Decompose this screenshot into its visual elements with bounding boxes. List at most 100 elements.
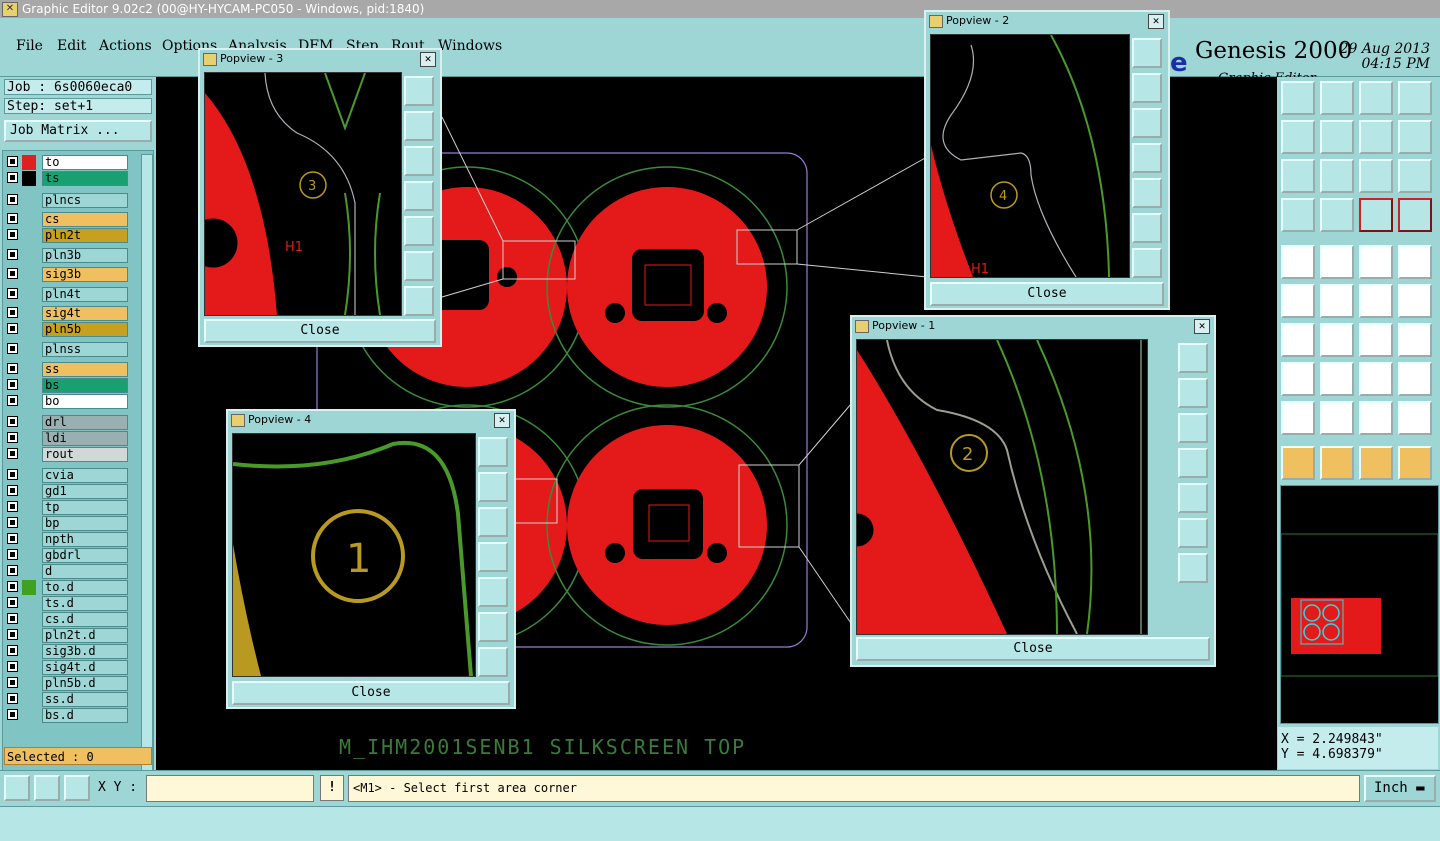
layer-checkbox[interactable] [7,448,18,459]
net-red2-icon[interactable] [1398,198,1432,232]
popview-4-center-icon[interactable] [478,647,508,677]
layer-name[interactable]: sig4t [42,306,128,321]
popview-3-pan-right-icon[interactable] [404,216,434,246]
line-icon[interactable] [1320,323,1354,357]
execute-button[interactable]: ! [320,775,344,801]
layer-row[interactable]: pln5b [7,322,131,337]
delete-icon[interactable] [1320,284,1354,318]
popview-2-fit-icon[interactable] [1132,213,1162,243]
popview-3-zoom-out-icon[interactable] [404,146,434,176]
layer-name[interactable]: gd1 [42,484,128,499]
layer-row[interactable]: cs.d [7,612,131,627]
layer-name[interactable]: plnss [42,342,128,357]
layer-row[interactable]: gd1 [7,484,131,499]
popview-3-window[interactable]: Popview - 3 ✕ 3 H1 Close [198,48,442,347]
popview-4-pan-right-icon[interactable] [478,577,508,607]
select-icon[interactable] [1281,446,1315,480]
pad-icon[interactable] [1281,362,1315,396]
bar-icon[interactable] [1320,362,1354,396]
menu-windows[interactable]: Windows [438,38,502,54]
layer-name[interactable]: cs.d [42,612,128,627]
home-icon[interactable] [1359,81,1393,115]
layer-checkbox[interactable] [7,469,18,480]
popview-1-zoom-out-icon[interactable] [1178,413,1208,443]
popview-2-window[interactable]: Popview - 2 ✕ 4 H1 Close [924,10,1170,310]
layer-checkbox[interactable] [7,501,18,512]
popview-2-view[interactable]: 4 H1 [930,34,1130,278]
popview-1-titlebar[interactable]: Popview - 1 [852,317,1214,335]
popview-1-close-button[interactable]: Close [856,637,1210,661]
popview-1-center-icon[interactable] [1178,553,1208,583]
layer-name[interactable]: pln3b [42,248,128,263]
layer-name[interactable]: drl [42,415,128,430]
layer-row[interactable]: cvia [7,468,131,483]
record-icon[interactable] [1398,245,1432,279]
measure-icon[interactable] [34,775,60,801]
angle-icon[interactable] [1281,323,1315,357]
layer-row[interactable]: pln2t [7,228,131,243]
popview-2-zoom-out-icon[interactable] [1132,108,1162,138]
popview-4-fit-icon[interactable] [478,612,508,642]
layer-checkbox[interactable] [7,597,18,608]
layer-row[interactable]: cs [7,212,131,227]
layer-name[interactable]: bs.d [42,708,128,723]
layer-row[interactable]: to [7,155,131,170]
popview-1-view[interactable]: 2 H1 [856,339,1148,635]
layer-name[interactable]: d [42,564,128,579]
layer-name[interactable]: sig4t.d [42,660,128,675]
flip-icon[interactable] [1398,323,1432,357]
pan-left-icon[interactable] [1281,120,1315,154]
popview-3-fit-icon[interactable] [404,251,434,281]
layer-scrollbar[interactable] [141,154,153,816]
menu-edit[interactable]: Edit [57,38,86,54]
layer-row[interactable]: pln3b [7,248,131,263]
tools-icon[interactable] [1281,198,1315,232]
layer-checkbox[interactable] [7,581,18,592]
layer-row[interactable]: drl [7,415,131,430]
ruler-icon[interactable] [1359,245,1393,279]
resize-icon[interactable] [1359,362,1393,396]
triangle3-icon[interactable] [1359,401,1393,435]
popview-3-zoom-home-icon[interactable] [404,76,434,106]
layer-row[interactable]: sig4t [7,306,131,321]
layer-row[interactable]: ts.d [7,596,131,611]
help-icon[interactable] [1398,159,1432,193]
add-pad-icon[interactable] [1281,245,1315,279]
popview-1-close-icon[interactable]: ✕ [1194,319,1210,334]
layer-row[interactable]: ts [7,171,131,186]
layer-checkbox[interactable] [7,156,18,167]
popview-4-window[interactable]: Popview - 4 ✕ 1 Close [226,409,516,709]
layer-name[interactable]: plncs [42,193,128,208]
layer-name[interactable]: ts [42,171,128,186]
menu-file[interactable]: File [16,38,43,54]
xy-input[interactable] [146,775,314,802]
connect-icon[interactable] [1281,284,1315,318]
zoom-in-icon[interactable] [1281,81,1315,115]
layer-checkbox[interactable] [7,629,18,640]
triangle4-icon[interactable] [1398,401,1432,435]
snap-grid-icon[interactable] [64,775,90,801]
draw-icon[interactable] [1320,245,1354,279]
layer-name[interactable]: pln4t [42,287,128,302]
layer-name[interactable]: rout [42,447,128,462]
popview-3-titlebar[interactable]: Popview - 3 [200,50,440,68]
layer-row[interactable]: to.d [7,580,131,595]
popview-2-center-icon[interactable] [1132,248,1162,278]
layer-name[interactable]: cs [42,212,128,227]
triangle-icon[interactable] [1281,401,1315,435]
layer-row[interactable]: bp [7,516,131,531]
units-selector[interactable]: Inch ▬ [1364,775,1436,802]
layer-checkbox[interactable] [7,485,18,496]
layer-row[interactable]: npth [7,532,131,547]
layer-checkbox[interactable] [7,432,18,443]
layer-name[interactable]: sig3b.d [42,644,128,659]
popview-2-pan-right-icon[interactable] [1132,178,1162,208]
zoom-fit-icon[interactable] [1281,159,1315,193]
layer-row[interactable]: bo [7,394,131,409]
layer-row[interactable]: ldi [7,431,131,446]
layer-checkbox[interactable] [7,533,18,544]
layer-name[interactable]: bp [42,516,128,531]
zoom-out-icon[interactable] [1320,81,1354,115]
layer-name[interactable]: bo [42,394,128,409]
popview-4-zoom-home-icon[interactable] [478,437,508,467]
